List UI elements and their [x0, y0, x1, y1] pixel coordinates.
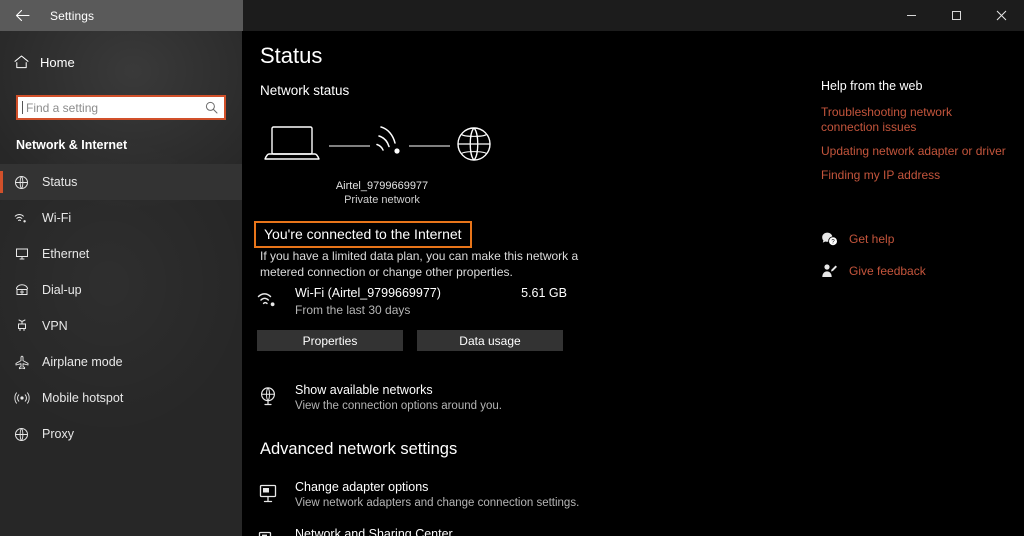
give-feedback-label: Give feedback [849, 264, 926, 278]
home-icon [14, 55, 40, 69]
sidebar-item-wifi-label: Wi-Fi [42, 211, 71, 225]
window-titlebar-right [243, 0, 1024, 31]
get-help-action[interactable]: ? Get help [821, 227, 1021, 251]
network-sharing-center-row[interactable]: Network and Sharing Center For the netwo… [257, 527, 687, 536]
properties-button[interactable]: Properties [257, 330, 403, 351]
window-titlebar: Settings [0, 0, 243, 31]
back-arrow-icon [15, 9, 30, 22]
show-available-networks-row[interactable]: Show available networks View the connect… [257, 383, 687, 421]
connection-status-banner: You're connected to the Internet [254, 221, 472, 248]
close-icon [996, 10, 1007, 21]
search-icon[interactable] [205, 101, 218, 114]
show-available-networks-subtitle: View the connection options around you. [295, 400, 502, 412]
search-input[interactable] [26, 99, 205, 117]
wifi-usage-row: Wi-Fi (Airtel_9799669977) From the last … [257, 286, 567, 324]
restore-icon [951, 10, 962, 21]
maximize-button[interactable] [934, 0, 979, 31]
text-caret [22, 101, 23, 114]
wifi-usage-subtitle: From the last 30 days [295, 303, 410, 317]
page-title: Status [260, 43, 322, 69]
settings-window: Settings [0, 0, 1024, 536]
sidebar-nav-list: Status Wi-Fi [0, 164, 242, 452]
question-bubble-icon: ? [821, 231, 849, 247]
laptop-icon [265, 127, 319, 159]
wifi-icon [14, 212, 42, 225]
network-sharing-center-title: Network and Sharing Center [295, 527, 453, 536]
change-adapter-options-title: Change adapter options [295, 480, 428, 494]
advanced-settings-heading: Advanced network settings [260, 440, 457, 459]
network-diagram [257, 119, 507, 179]
minimize-button[interactable] [889, 0, 934, 31]
sidebar-item-ethernet[interactable]: Ethernet [0, 236, 242, 272]
sidebar-item-proxy-label: Proxy [42, 427, 74, 441]
wifi-signal-icon [377, 127, 400, 154]
dialup-icon [14, 283, 42, 297]
wifi-usage-title: Wi-Fi (Airtel_9799669977) [295, 286, 441, 300]
sidebar-item-proxy[interactable]: Proxy [0, 416, 242, 452]
main-content: Status Network status [243, 31, 1024, 536]
wifi-usage-amount: 5.61 GB [521, 286, 567, 300]
feedback-person-icon [821, 263, 849, 279]
sidebar-item-airplane-mode[interactable]: Airplane mode [0, 344, 242, 380]
help-link-updating-driver[interactable]: Updating network adapter or driver [821, 144, 1011, 159]
show-available-networks-title: Show available networks [295, 383, 433, 397]
sidebar-item-dialup-label: Dial-up [42, 283, 82, 297]
data-usage-button[interactable]: Data usage [417, 330, 563, 351]
get-help-label: Get help [849, 232, 894, 246]
sidebar-item-vpn-label: VPN [42, 319, 68, 333]
sidebar-item-home[interactable]: Home [0, 43, 242, 81]
search-box[interactable] [16, 95, 226, 120]
action-button-row: Properties Data usage [257, 330, 563, 351]
change-adapter-options-subtitle: View network adapters and change connect… [295, 497, 579, 509]
wifi-icon [257, 290, 281, 315]
vpn-icon [14, 319, 42, 333]
network-type: Private network [257, 193, 507, 207]
network-name: Airtel_9799669977 [257, 179, 507, 193]
help-link-troubleshooting[interactable]: Troubleshooting network connection issue… [821, 105, 1011, 135]
status-globe-icon [14, 175, 42, 190]
proxy-globe-icon [14, 427, 42, 442]
sidebar-item-ethernet-label: Ethernet [42, 247, 89, 261]
adapter-monitor-icon [257, 483, 279, 510]
sidebar-item-status[interactable]: Status [0, 164, 242, 200]
sidebar: Home Network & Internet [0, 31, 243, 536]
ethernet-icon [14, 247, 42, 261]
globe-icon [458, 128, 490, 160]
sidebar-item-vpn[interactable]: VPN [0, 308, 242, 344]
network-status-heading: Network status [260, 83, 349, 98]
give-feedback-action[interactable]: Give feedback [821, 259, 1021, 283]
help-panel-heading: Help from the web [821, 79, 1021, 93]
metered-connection-description: If you have a limited data plan, you can… [260, 248, 580, 280]
help-link-finding-ip[interactable]: Finding my IP address [821, 168, 1011, 183]
minimize-icon [906, 10, 917, 21]
sidebar-item-status-label: Status [42, 175, 77, 189]
sidebar-item-wifi[interactable]: Wi-Fi [0, 200, 242, 236]
sidebar-item-dialup[interactable]: Dial-up [0, 272, 242, 308]
close-button[interactable] [979, 0, 1024, 31]
airplane-icon [14, 355, 42, 370]
window-controls [889, 0, 1024, 31]
help-panel: Help from the web Troubleshooting networ… [821, 79, 1021, 291]
window-title: Settings [50, 9, 94, 23]
sidebar-category-title: Network & Internet [16, 138, 242, 152]
hotspot-icon [14, 391, 42, 405]
back-button[interactable] [0, 0, 44, 31]
help-actions: ? Get help Give feedback [821, 227, 1021, 283]
sidebar-home-label: Home [40, 55, 75, 70]
sidebar-item-mobile-hotspot[interactable]: Mobile hotspot [0, 380, 242, 416]
network-monitor-icon [257, 386, 279, 413]
sidebar-item-mobile-hotspot-label: Mobile hotspot [42, 391, 123, 405]
sidebar-item-airplane-mode-label: Airplane mode [42, 355, 123, 369]
sharing-center-icon [257, 530, 279, 536]
change-adapter-options-row[interactable]: Change adapter options View network adap… [257, 480, 687, 518]
